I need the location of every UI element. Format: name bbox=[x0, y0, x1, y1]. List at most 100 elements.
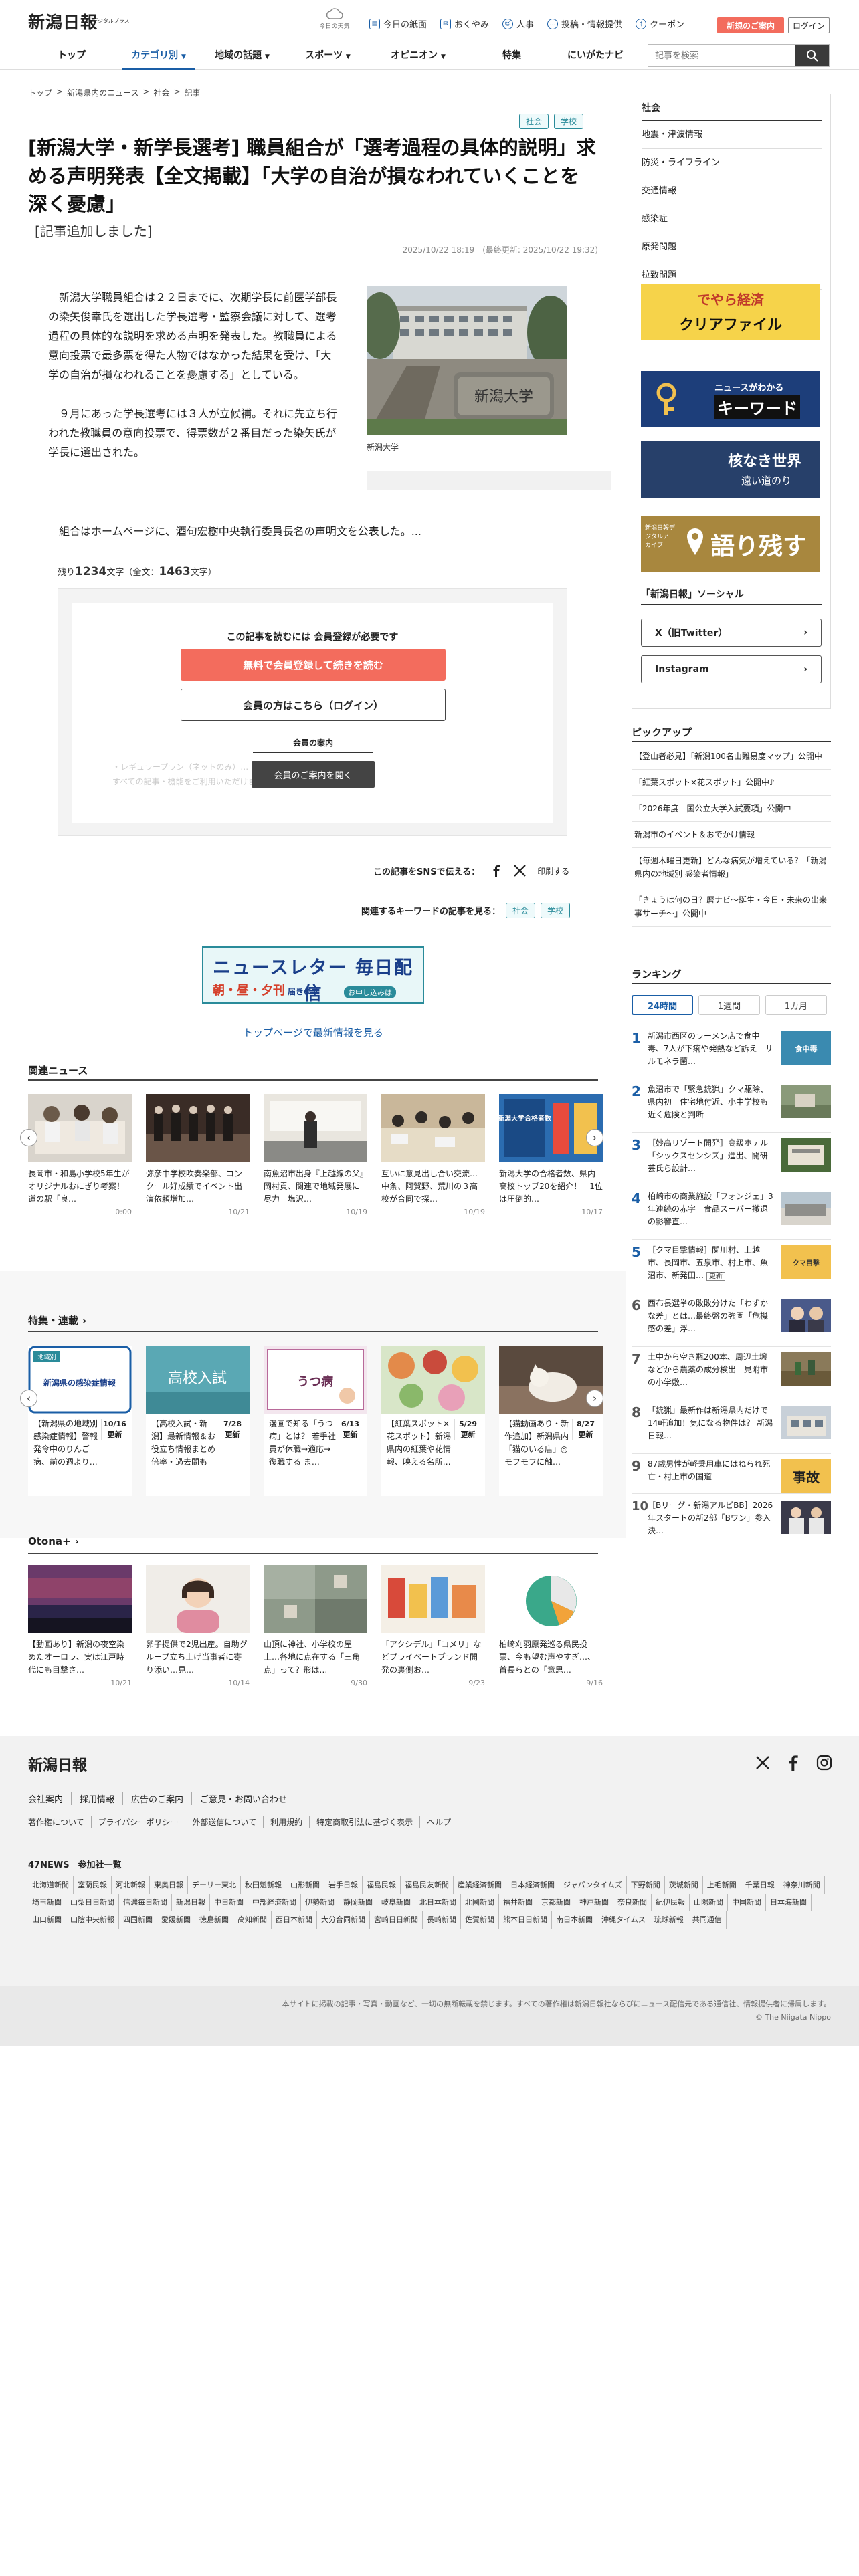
member-paper-link[interactable]: 日本海新聞 bbox=[766, 1894, 812, 1911]
ranking-item[interactable]: 3 ［妙高リゾート開発］高級ホテル「シックスセンシズ」進出、開研芸氏ら設計… bbox=[632, 1133, 831, 1186]
footer-link-help[interactable]: ヘルプ bbox=[420, 1816, 458, 1828]
member-paper-link[interactable]: 山梨日日新聞 bbox=[66, 1894, 119, 1911]
pickup-item[interactable]: 「2026年度 国公立大学入試要項」公開中 bbox=[632, 796, 831, 822]
otona-heading[interactable]: Otona+ › bbox=[28, 1535, 79, 1547]
footer-link-company[interactable]: 会社案内 bbox=[28, 1792, 72, 1805]
sidebar-item-disaster[interactable]: 防災・ライフライン bbox=[642, 149, 822, 177]
pickup-item[interactable]: 「きょうは何の日？暦ナビ〜誕生・今日・未来の出来事サーチ〜」公開中 bbox=[632, 887, 831, 927]
facebook-link[interactable] bbox=[785, 1755, 801, 1771]
sidebar-item-nuclear[interactable]: 原発問題 bbox=[642, 233, 822, 261]
member-paper-link[interactable]: 下野新聞 bbox=[627, 1876, 665, 1894]
member-paper-link[interactable]: 室蘭民報 bbox=[74, 1876, 112, 1894]
ranking-item[interactable]: 5 ［クマ目撃情報］関川村、上越市、長岡市、五泉市、村上市、魚沼市、新発田… 更… bbox=[632, 1240, 831, 1293]
member-paper-link[interactable]: 埼玉新聞 bbox=[28, 1894, 66, 1911]
nav-item-navi[interactable]: にいがたナビ bbox=[555, 41, 636, 70]
ranking-item[interactable]: 4 柏崎市の商業施設「フォンジェ」3年連続の赤字 食品スーパー撤退の影響直… bbox=[632, 1186, 831, 1240]
tab-24h[interactable]: 24時間 bbox=[632, 995, 693, 1015]
ad-banner-archive[interactable]: 新潟日報デジタルアーカイブ 語り残す bbox=[641, 516, 820, 572]
open-guide-button[interactable]: 会員のご案内を開く bbox=[252, 761, 375, 788]
member-paper-link[interactable]: 山形新聞 bbox=[286, 1876, 324, 1894]
ad-banner-nuclear[interactable]: 核なき世界 遠い道のり bbox=[641, 441, 820, 498]
footer-link-privacy[interactable]: プライバシーポリシー bbox=[92, 1816, 186, 1828]
member-paper-link[interactable]: 高知新聞 bbox=[233, 1911, 272, 1929]
related-card[interactable]: 弥彦中学校吹奏楽部、コンクール好成績でイベント出演依頼増加… 10/21 bbox=[146, 1094, 250, 1216]
header-link-coupon[interactable]: ¢ クーポン bbox=[636, 17, 684, 30]
member-paper-link[interactable]: 茨城新聞 bbox=[665, 1876, 703, 1894]
member-paper-link[interactable]: 神戸新聞 bbox=[575, 1894, 613, 1911]
member-paper-link[interactable]: 河北新報 bbox=[112, 1876, 150, 1894]
ad-banner-keyword[interactable]: ニュースがわかる キーワード bbox=[641, 371, 820, 427]
breadcrumb-society[interactable]: 社会 bbox=[154, 87, 170, 98]
member-paper-link[interactable]: 福井新聞 bbox=[499, 1894, 537, 1911]
member-paper-link[interactable]: 佐賀新聞 bbox=[461, 1911, 499, 1929]
otona-card[interactable]: 卵子提供で2児出産。自助グループ立ち上げ当事者に寄り添い…見… 10/14 bbox=[146, 1565, 250, 1687]
member-paper-link[interactable]: 東奥日報 bbox=[150, 1876, 188, 1894]
member-paper-link[interactable]: 共同通信 bbox=[688, 1911, 727, 1929]
member-paper-link[interactable]: 秋田魁新報 bbox=[241, 1876, 286, 1894]
footer-logo[interactable]: 新潟日報 bbox=[28, 1753, 87, 1775]
newsletter-banner[interactable]: ニュースレター 毎日配信 朝・昼・夕刊 届きます お申し込みは bbox=[202, 946, 424, 1004]
sidebar-item-earthquake[interactable]: 地震・津波情報 bbox=[642, 121, 822, 149]
member-paper-link[interactable]: 紀伊民報 bbox=[652, 1894, 690, 1911]
member-paper-link[interactable]: 徳島新聞 bbox=[195, 1911, 233, 1929]
pickup-item[interactable]: 「紅葉スポット×花スポット」公開中♪ bbox=[632, 770, 831, 796]
ranking-item[interactable]: 6 西布長選挙の敗敗分けた「わずかな差」とは…最終盤の強固「危機感の差」浮… bbox=[632, 1293, 831, 1347]
sidebar-item-traffic[interactable]: 交通情報 bbox=[642, 177, 822, 205]
member-paper-link[interactable]: 京都新聞 bbox=[537, 1894, 575, 1911]
member-paper-link[interactable]: 伊勢新聞 bbox=[301, 1894, 339, 1911]
search-button[interactable] bbox=[795, 45, 829, 66]
member-paper-link[interactable]: 信濃毎日新聞 bbox=[119, 1894, 172, 1911]
member-paper-link[interactable]: 上毛新聞 bbox=[703, 1876, 741, 1894]
footer-link-recruit[interactable]: 採用情報 bbox=[72, 1792, 124, 1805]
instagram-link[interactable] bbox=[816, 1755, 832, 1771]
ranking-item[interactable]: 7 土中から空き瓶200本、周辺土壌などから農薬の成分検出 見附市の小学敷… bbox=[632, 1347, 831, 1400]
top-page-link[interactable]: トップページで最新情報を見る bbox=[0, 1025, 626, 1039]
feature-card[interactable]: うつ病 漫画で知る「うつ病」とは？ 若手社員が休職→適応→復職する ま… 6/1… bbox=[264, 1346, 367, 1496]
ranking-item[interactable]: 10 ［Bリーグ・新潟アルビBB］2026年スタートの新2部「Bワン」参入決… bbox=[632, 1495, 831, 1549]
otona-card[interactable]: 【動画あり】新潟の夜空染めたオーロラ、実は江戸時代にも目撃さ… 10/21 bbox=[28, 1565, 132, 1687]
feature-card[interactable]: 【紅葉スポット×花スポット】新潟県内の紅葉や花情報、映える名所… 5/29 更新 bbox=[381, 1346, 485, 1496]
member-paper-link[interactable]: 中国新聞 bbox=[728, 1894, 766, 1911]
nav-item-feature[interactable]: 特集 bbox=[482, 41, 542, 70]
member-login-button[interactable]: 会員の方はこちら（ログイン） bbox=[181, 689, 446, 721]
footer-link-contact[interactable]: ご意見・お問い合わせ bbox=[192, 1792, 295, 1805]
carousel-prev-button[interactable]: ‹ bbox=[20, 1129, 37, 1146]
otona-card[interactable]: 柏崎刈羽原発巡る県民投票、今も望む声やすぎ…、首長らとの「意思… 9/16 bbox=[499, 1565, 603, 1687]
member-paper-link[interactable]: 福島民友新聞 bbox=[401, 1876, 454, 1894]
site-logo[interactable]: 新潟日報 デジタルプラス bbox=[28, 9, 130, 32]
footer-link-tokusho[interactable]: 特定商取引法に基づく表示 bbox=[310, 1816, 421, 1828]
member-paper-link[interactable]: 中部経済新聞 bbox=[248, 1894, 301, 1911]
member-paper-link[interactable]: 宮崎日日新聞 bbox=[370, 1911, 423, 1929]
nav-item-top[interactable]: トップ bbox=[41, 41, 102, 70]
member-paper-link[interactable]: 沖縄タイムス bbox=[597, 1911, 650, 1929]
member-paper-link[interactable]: 山陽新聞 bbox=[690, 1894, 728, 1911]
header-link-submit[interactable]: … 投稿・情報提供 bbox=[547, 17, 622, 30]
free-register-button[interactable]: 無料で会員登録して続きを読む bbox=[181, 649, 446, 681]
related-card[interactable]: 南魚沼市出身『上越線の父』岡村貢、関連で地域発展に尽力 塩沢… 10/19 bbox=[264, 1094, 367, 1216]
member-paper-link[interactable]: 神奈川新聞 bbox=[779, 1876, 825, 1894]
footer-link-copyright[interactable]: 著作権について bbox=[28, 1816, 92, 1828]
login-button[interactable]: ログイン bbox=[788, 17, 830, 33]
member-paper-link[interactable]: 西日本新聞 bbox=[272, 1911, 317, 1929]
ranking-item[interactable]: 8 「銃猟」最新作は新潟県内だけで14軒追加！気になる物件は？ 新潟日報… bbox=[632, 1400, 831, 1454]
pickup-item[interactable]: 【毎週木曜日更新】どんな病気が増えている？「新潟県内の地域別 感染者情報」 bbox=[632, 848, 831, 887]
ranking-item[interactable]: 1 新潟市西区のラーメン店で食中毒、7人が下痢や発熱など訴え サルモネラ菌… 食… bbox=[632, 1026, 831, 1079]
nav-item-category[interactable]: カテゴリ別 ▼ bbox=[122, 41, 195, 70]
member-paper-link[interactable]: 長崎新聞 bbox=[423, 1911, 461, 1929]
pickup-item[interactable]: 【登山者必見】「新潟100名山難易度マップ」公開中 bbox=[632, 744, 831, 770]
weather-link[interactable]: 今日の天気 bbox=[314, 8, 355, 30]
instagram-follow-button[interactable]: Instagram › bbox=[641, 655, 822, 683]
member-paper-link[interactable]: 四国新聞 bbox=[119, 1911, 157, 1929]
member-paper-link[interactable]: 産業経済新聞 bbox=[454, 1876, 506, 1894]
member-paper-link[interactable]: 大分合同新聞 bbox=[317, 1911, 370, 1929]
member-paper-link[interactable]: 南日本新聞 bbox=[552, 1911, 597, 1929]
member-paper-link[interactable]: 山陰中央新報 bbox=[66, 1911, 119, 1929]
related-card[interactable]: 互いに意見出し合い交流…中条、阿賀野、荒川の３高校が合同で探… 10/19 bbox=[381, 1094, 485, 1216]
footer-link-ads[interactable]: 広告のご案内 bbox=[123, 1792, 193, 1805]
header-link-personnel[interactable]: ☺ 人事 bbox=[502, 17, 534, 30]
breadcrumb-prefecture[interactable]: 新潟県内のニュース bbox=[67, 87, 138, 98]
tab-1month[interactable]: 1カ月 bbox=[765, 995, 827, 1015]
member-paper-link[interactable]: 静岡新聞 bbox=[339, 1894, 377, 1911]
keyword-tag-school[interactable]: 学校 bbox=[541, 903, 571, 918]
otona-card[interactable]: 山頂に神社、小学校の屋上…各地に点在する「三角点」って？形は… 9/30 bbox=[264, 1565, 367, 1687]
